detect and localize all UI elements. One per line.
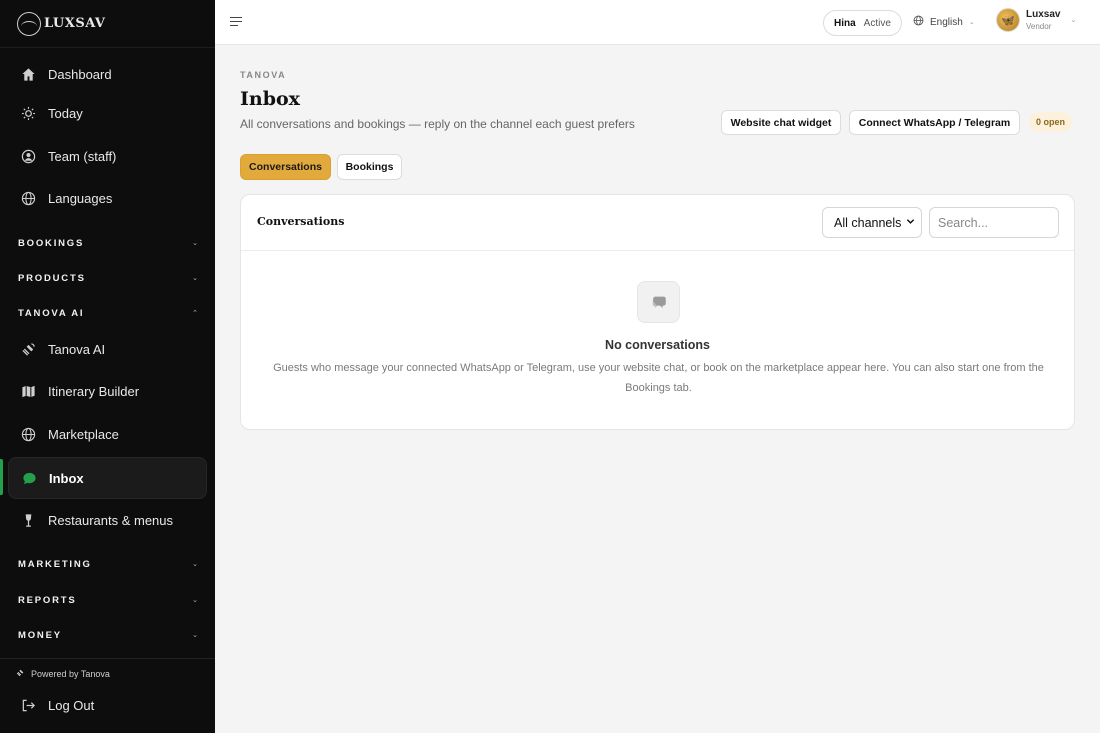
- website-chat-widget-button[interactable]: Website chat widget: [721, 110, 841, 135]
- sidebar-item-marketplace[interactable]: Marketplace: [8, 413, 207, 455]
- avatar: 🦋: [996, 8, 1020, 32]
- sidebar-item-tanova-ai[interactable]: Tanova AI: [8, 328, 207, 370]
- chat-icon: [22, 471, 37, 486]
- sidebar-item-label: Dashboard: [48, 66, 112, 82]
- section-label: BOOKINGS: [18, 237, 85, 249]
- wine-icon: [21, 513, 36, 528]
- menu-icon[interactable]: [230, 17, 242, 27]
- page-title: Inbox: [240, 88, 300, 110]
- logout-button[interactable]: Log Out: [8, 684, 207, 726]
- sidebar-item-inbox[interactable]: Inbox: [8, 457, 207, 499]
- user-role: Vendor: [1026, 21, 1052, 31]
- sidebar-item-label: Today: [48, 105, 83, 121]
- tab-bookings[interactable]: Bookings: [337, 154, 402, 180]
- section-label: MONEY: [18, 629, 62, 641]
- language-label: English: [930, 16, 963, 28]
- powered-by-text: Powered by Tanova: [31, 668, 110, 679]
- section-label: REPORTS: [18, 594, 77, 606]
- logo-icon: [17, 11, 41, 36]
- logout-icon: [21, 698, 36, 713]
- logout-label: Log Out: [48, 697, 95, 713]
- user-name: Luxsav: [1026, 8, 1061, 20]
- sidebar-item-label: Languages: [48, 190, 113, 206]
- user-menu[interactable]: 🦋 Luxsav Vendor ⌄: [996, 8, 1076, 32]
- language-selector[interactable]: English ⌄: [913, 15, 975, 29]
- chevron-down-icon: ⌄: [192, 240, 198, 247]
- empty-state-text: Guests who message your connected WhatsA…: [273, 362, 1044, 394]
- sidebar-footer-divider: [0, 658, 215, 659]
- chevron-down-icon: [906, 217, 915, 228]
- sidebar-item-itinerary-builder[interactable]: Itinerary Builder: [8, 370, 207, 412]
- chevron-down-icon: ⌄: [1070, 17, 1077, 24]
- open-count-badge: 0 open: [1029, 112, 1073, 132]
- empty-state-title: No conversations: [605, 338, 710, 352]
- sidebar-item-team[interactable]: Team (staff): [8, 135, 207, 177]
- satellite-icon: [16, 668, 25, 679]
- sidebar-item-label: Tanova AI: [48, 341, 106, 357]
- card-title: Conversations: [257, 215, 345, 228]
- globe-icon: [913, 15, 924, 29]
- home-icon: [21, 67, 36, 82]
- conversations-card: Conversations All channels No conversati…: [240, 194, 1075, 430]
- brand-name: LUXSAV: [44, 16, 106, 31]
- chevron-down-icon: ⌄: [192, 597, 198, 604]
- brand[interactable]: LUXSAV: [0, 0, 215, 48]
- active-indicator: [0, 459, 3, 495]
- sidebar-item-label: Marketplace: [48, 426, 119, 442]
- channel-filter-value: All channels: [834, 215, 902, 230]
- map-icon: [21, 384, 36, 399]
- globe-icon: [21, 427, 36, 442]
- sidebar-item-label: Restaurants & menus: [48, 512, 174, 528]
- section-marketing[interactable]: MARKETING ⌄: [18, 557, 198, 571]
- chevron-up-icon: ⌃: [192, 310, 198, 317]
- sidebar-item-restaurants[interactable]: Restaurants & menus: [8, 499, 207, 541]
- status-user: Hina: [834, 17, 856, 29]
- team-icon: [21, 149, 36, 164]
- globe-icon: [21, 191, 36, 206]
- chevron-down-icon: ⌄: [968, 19, 975, 26]
- chevron-down-icon: ⌄: [192, 275, 198, 282]
- availability-status[interactable]: Hina Active: [823, 10, 902, 36]
- sidebar-item-label: Team (staff): [48, 148, 117, 164]
- chevron-down-icon: ⌄: [192, 632, 198, 639]
- sidebar-item-label: Itinerary Builder: [48, 383, 140, 399]
- section-tanova-ai[interactable]: TANOVA AI ⌃: [18, 306, 198, 320]
- section-bookings[interactable]: BOOKINGS ⌄: [18, 236, 198, 250]
- satellite-icon: [21, 342, 36, 357]
- sidebar: LUXSAV Dashboard Today Team (staff) Lang…: [0, 0, 215, 733]
- page-eyebrow: TANOVA: [240, 70, 287, 80]
- section-reports[interactable]: REPORTS ⌄: [18, 593, 198, 607]
- section-label: TANOVA AI: [18, 307, 85, 319]
- sun-icon: [21, 106, 36, 121]
- sidebar-item-today[interactable]: Today: [8, 92, 207, 134]
- chevron-down-icon: ⌄: [192, 561, 198, 568]
- sidebar-item-label: Inbox: [49, 470, 84, 486]
- tab-conversations[interactable]: Conversations: [240, 154, 331, 180]
- section-money[interactable]: MONEY ⌄: [18, 628, 198, 642]
- topbar: Hina Active English ⌄ 🦋 Luxsav Vendor ⌄: [215, 0, 1100, 45]
- section-label: PRODUCTS: [18, 272, 86, 284]
- card-header: Conversations All channels: [241, 195, 1074, 251]
- status-text: Active: [863, 17, 891, 29]
- powered-by: Powered by Tanova: [16, 668, 110, 679]
- search-input[interactable]: [929, 207, 1059, 238]
- section-label: MARKETING: [18, 558, 92, 570]
- sidebar-item-dashboard[interactable]: Dashboard: [8, 53, 207, 95]
- chat-bubbles-icon: [637, 281, 680, 323]
- section-products[interactable]: PRODUCTS ⌄: [18, 271, 198, 285]
- sidebar-item-languages[interactable]: Languages: [8, 177, 207, 219]
- channel-filter-select[interactable]: All channels: [822, 207, 922, 238]
- connect-messaging-button[interactable]: Connect WhatsApp / Telegram: [849, 110, 1020, 135]
- page-subtitle: All conversations and bookings — reply o…: [240, 117, 635, 131]
